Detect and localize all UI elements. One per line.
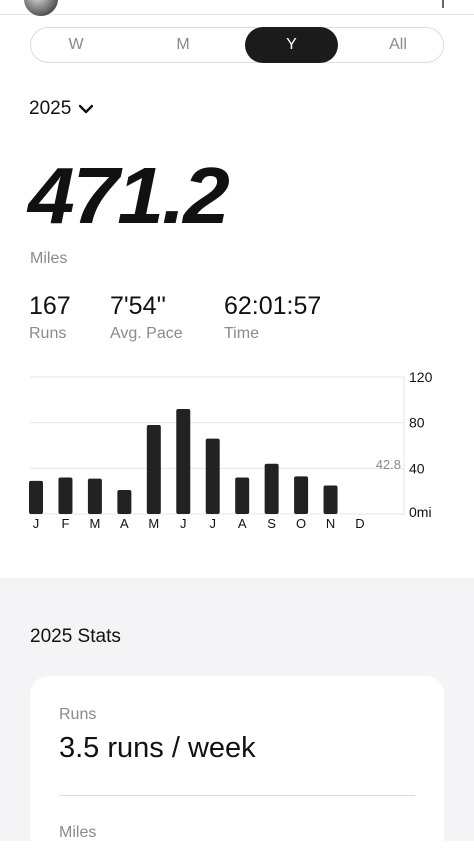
x-tick-label: A [238, 516, 247, 531]
x-tick-label: J [209, 516, 216, 531]
bar-7 [235, 477, 250, 514]
bar-10 [323, 485, 338, 514]
stats-card-value: 3.5 runs / week [59, 732, 256, 764]
divider [59, 795, 415, 796]
stats-card: Runs 3.5 runs / week Miles [30, 676, 444, 856]
period-segmented-control: W M Y All [30, 27, 444, 63]
stats-card-label: Runs [59, 706, 97, 723]
x-tick-label: J [180, 516, 187, 531]
bar-9 [294, 476, 309, 514]
segment-month[interactable]: M [133, 27, 233, 63]
distance-unit: Miles [30, 250, 68, 267]
bar-1 [58, 477, 73, 514]
segment-week[interactable]: W [31, 27, 121, 63]
segment-year[interactable]: Y [245, 27, 338, 63]
x-tick-label: S [267, 516, 276, 531]
stat-pace-label: Avg. Pace [110, 325, 183, 342]
stat-time-label: Time [224, 325, 259, 342]
x-tick-label: D [355, 516, 364, 531]
year-selector[interactable]: 2025 [29, 98, 94, 120]
top-bar [0, 0, 474, 16]
stats-section-title: 2025 Stats [30, 626, 121, 647]
x-tick-label: O [296, 516, 306, 531]
avatar[interactable] [24, 0, 58, 16]
x-tick-label: F [61, 516, 69, 531]
average-label: 42.8 [376, 457, 401, 472]
stat-time-value: 62:01:57 [224, 292, 322, 320]
bar-8 [264, 463, 279, 514]
x-tick-label: N [326, 516, 335, 531]
stat-runs: 167 Runs [29, 292, 71, 343]
stats-card-next-label: Miles [59, 824, 97, 841]
stat-runs-value: 167 [29, 292, 71, 320]
bar-4 [146, 424, 161, 514]
bar-5 [176, 408, 191, 514]
y-tick-label: 120 [409, 369, 433, 385]
x-tick-label: J [33, 516, 40, 531]
stat-pace: 7'54'' Avg. Pace [110, 292, 183, 343]
bar-0 [29, 480, 43, 514]
stat-time: 62:01:57 Time [224, 292, 321, 343]
y-tick-label: 80 [409, 415, 425, 431]
bar-3 [117, 490, 132, 514]
monthly-distance-chart: 120 80 40 0mi J F M A M J J A S O N D 42.8 [29, 369, 433, 531]
bar-2 [87, 478, 102, 514]
bar-6 [205, 438, 220, 514]
x-tick-label: A [120, 516, 129, 531]
x-tick-label: M [148, 516, 159, 531]
total-distance: 471.2 [28, 151, 230, 240]
menu-icon[interactable] [442, 0, 454, 8]
y-tick-label: 0mi [409, 504, 432, 520]
chevron-down-icon [79, 104, 94, 114]
segment-all[interactable]: All [351, 27, 445, 63]
year-selector-label: 2025 [29, 98, 72, 119]
y-tick-label: 40 [409, 460, 425, 476]
stat-pace-value: 7'54'' [110, 292, 167, 320]
stat-runs-label: Runs [29, 325, 67, 342]
x-tick-label: M [89, 516, 100, 531]
